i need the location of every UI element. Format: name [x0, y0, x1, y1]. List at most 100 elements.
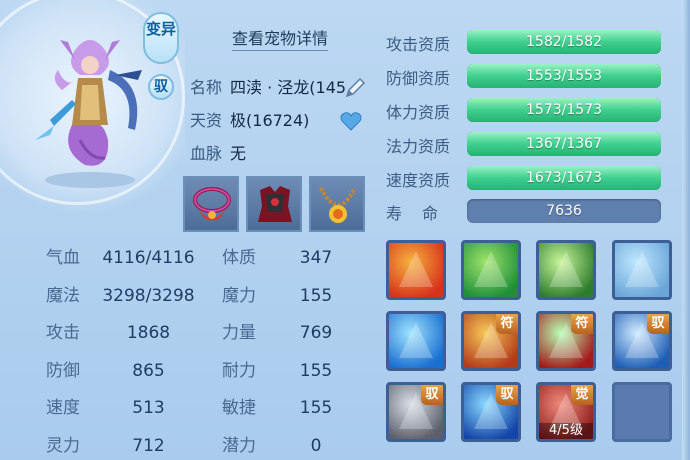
aptitude-value: 极(16724) — [230, 111, 310, 130]
aptitude-row: 法力资质 1367/1367 — [386, 131, 676, 157]
stat-row: 灵力 712 潜力 0 — [46, 435, 376, 457]
variant-badge: 变异 — [143, 12, 179, 64]
lifespan-bar: 7636 — [467, 199, 661, 223]
armor-icon — [258, 186, 292, 222]
stat-row: 魔法 3298/3298 魔力 155 — [46, 285, 376, 307]
collar-icon — [193, 187, 231, 221]
aptitude-bar: 1582/1582 — [467, 30, 661, 54]
aptitude-row: 速度资质 1673/1673 — [386, 165, 676, 191]
lifespan-value: 7636 — [546, 203, 582, 219]
aptitude-label: 攻击资质 — [386, 35, 451, 54]
lifespan-row: 寿命 7636 — [386, 198, 676, 224]
skill-tag: 驭 — [647, 314, 669, 334]
aptitude-row: 防御资质 1553/1553 — [386, 63, 676, 89]
skill-slot[interactable]: 符 — [536, 311, 596, 371]
stat-label: 防御 — [46, 361, 80, 381]
aptitude-label: 防御资质 — [386, 69, 451, 88]
water-wave-icon — [389, 314, 443, 368]
name-label: 名称 — [190, 78, 223, 97]
stat-label: 攻击 — [46, 323, 80, 343]
equip-slot-armor[interactable] — [246, 176, 302, 232]
aptitude-label: 体力资质 — [386, 103, 451, 122]
stat-label: 速度 — [46, 398, 80, 418]
green-warrior-icon — [464, 243, 518, 297]
skill-slot[interactable] — [612, 382, 672, 442]
attribute-value: 347 — [299, 248, 333, 268]
aptitude-bar: 1553/1553 — [467, 64, 661, 88]
attribute-label: 敏捷 — [222, 398, 256, 418]
heart-icon[interactable] — [340, 111, 362, 135]
attribute-value: 155 — [299, 286, 333, 306]
attribute-value: 0 — [310, 436, 322, 456]
shadow-strike-icon — [539, 243, 593, 297]
aptitude-value: 1582/1582 — [526, 34, 602, 50]
pet-bloodline-row: 血脉无 — [190, 143, 246, 165]
stat-label: 气血 — [46, 248, 80, 268]
skill-slot[interactable] — [536, 240, 596, 300]
edit-name-icon[interactable] — [343, 76, 367, 104]
stat-value: 3298/3298 — [102, 286, 195, 306]
aptitude-row: 攻击资质 1582/1582 — [386, 29, 676, 55]
aptitude-value: 1367/1367 — [526, 136, 602, 152]
aptitude-value: 1553/1553 — [526, 68, 602, 84]
stat-value: 513 — [132, 398, 165, 418]
aptitude-bar: 1673/1673 — [467, 166, 661, 190]
pet-aptitude-row: 天资 极(16724) — [190, 110, 309, 132]
skill-tag: 符 — [571, 314, 593, 334]
lifespan-label: 寿命 — [386, 204, 459, 223]
skill-slot[interactable] — [386, 311, 446, 371]
stat-row: 防御 865 耐力 155 — [46, 360, 376, 382]
stat-row: 气血 4116/4116 体质 347 — [46, 247, 376, 269]
stat-value: 712 — [132, 436, 165, 456]
attribute-value: 155 — [299, 361, 333, 381]
stat-value: 4116/4116 — [102, 248, 195, 268]
stat-row: 攻击 1868 力量 769 — [46, 322, 376, 344]
attribute-value: 769 — [299, 323, 333, 343]
attribute-label: 体质 — [222, 248, 256, 268]
bloodline-label: 血脉 — [190, 144, 223, 163]
flame-sword-icon — [389, 243, 443, 297]
skill-level: 4/5级 — [539, 423, 593, 439]
stat-label: 魔法 — [46, 286, 80, 306]
skill-slot[interactable]: 驭 — [612, 311, 672, 371]
aptitude-bar: 1367/1367 — [467, 132, 661, 156]
skill-slot[interactable]: 觉 4/5级 — [536, 382, 596, 442]
bloodline-value: 无 — [230, 144, 247, 163]
attribute-label: 力量 — [222, 323, 256, 343]
aptitude-row: 体力资质 1573/1573 — [386, 97, 676, 123]
spirit-hand-icon — [615, 243, 669, 297]
stat-value: 865 — [132, 361, 165, 381]
aptitude-value: 1673/1673 — [526, 170, 602, 186]
view-pet-details-link[interactable]: 查看宠物详情 — [232, 28, 329, 51]
necklace-icon — [319, 187, 357, 223]
dragon-pet-icon — [35, 40, 142, 188]
tame-badge: 驭 — [148, 74, 174, 100]
stat-value: 1868 — [126, 323, 171, 343]
skill-tag: 驭 — [421, 385, 443, 405]
skill-slot[interactable] — [461, 240, 521, 300]
skill-slot[interactable] — [386, 240, 446, 300]
aptitude-bar: 1573/1573 — [467, 98, 661, 122]
skill-tag: 驭 — [496, 385, 518, 405]
pet-name-row: 名称 四渎 · 泾龙(145 — [190, 77, 346, 99]
skill-slot[interactable]: 驭 — [461, 382, 521, 442]
skill-slot[interactable]: 驭 — [386, 382, 446, 442]
equip-slot-collar[interactable] — [183, 176, 239, 232]
skill-slot[interactable] — [612, 240, 672, 300]
skill-slot[interactable]: 符 — [461, 311, 521, 371]
aptitude-value: 1573/1573 — [526, 102, 602, 118]
aptitude-label: 速度资质 — [386, 171, 451, 190]
stat-row: 速度 513 敏捷 155 — [46, 397, 376, 419]
aptitude-label: 天资 — [190, 111, 223, 130]
equip-slot-necklace[interactable] — [309, 176, 365, 232]
attribute-label: 魔力 — [222, 286, 256, 306]
pet-name-value: 四渎 · 泾龙(145 — [230, 78, 347, 97]
skill-tag: 觉 — [571, 385, 593, 405]
attribute-value: 155 — [299, 398, 333, 418]
aptitude-label: 法力资质 — [386, 137, 451, 156]
skill-tag: 符 — [496, 314, 518, 334]
stat-label: 灵力 — [46, 436, 80, 456]
window-edge — [682, 0, 690, 460]
attribute-label: 耐力 — [222, 361, 256, 381]
attribute-label: 潜力 — [222, 436, 256, 456]
